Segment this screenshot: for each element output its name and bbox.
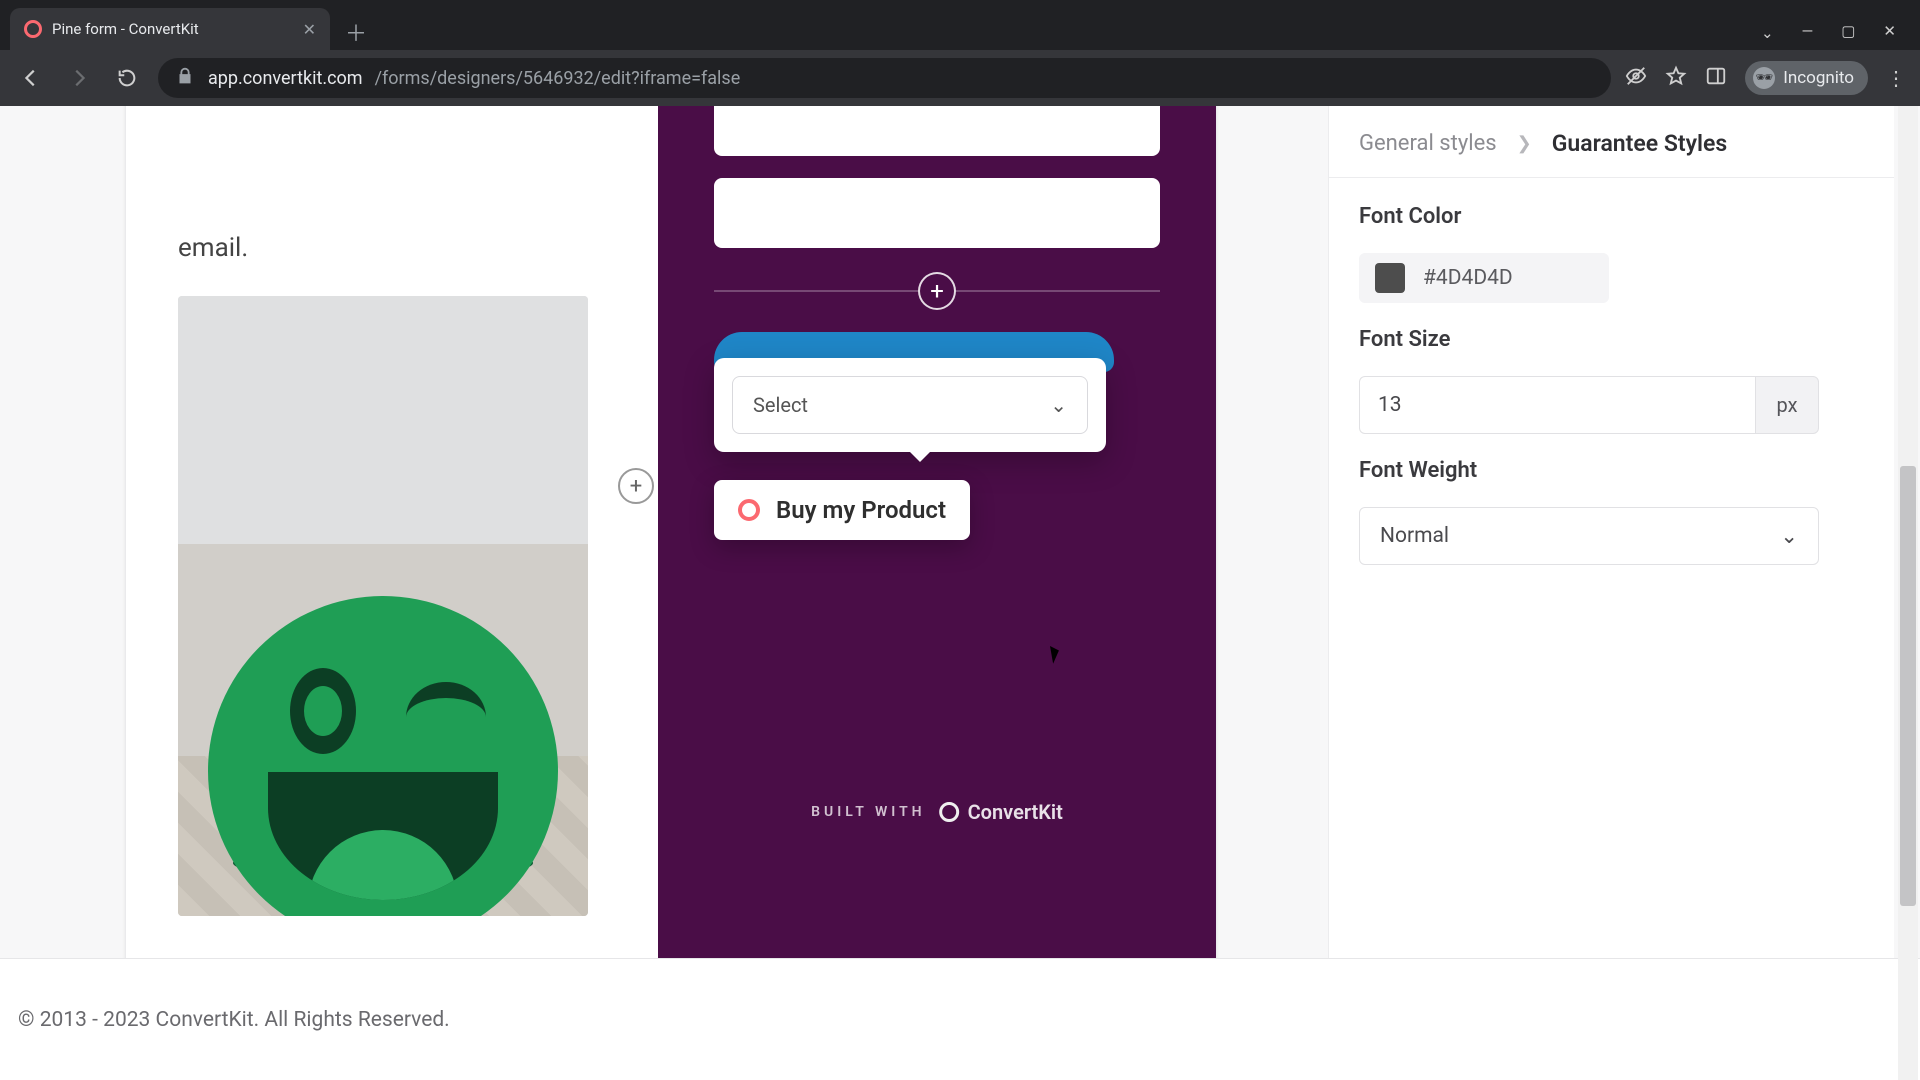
tab-search-icon[interactable]: ⌄ [1761,24,1774,42]
chevron-right-icon: ❯ [1517,133,1532,154]
incognito-label: Incognito [1783,68,1854,88]
incognito-badge[interactable]: 🕶 Incognito [1745,61,1868,95]
chevron-down-icon: ⌄ [1050,393,1067,417]
breadcrumb-root[interactable]: General styles [1359,131,1497,156]
breadcrumb-current: Guarantee Styles [1552,130,1728,157]
tab-title: Pine form - ConvertKit [52,20,293,38]
convertkit-logo-icon [940,802,960,822]
built-with-label: BUILT WITH [811,804,925,820]
font-weight-label: Font Weight [1359,458,1864,483]
built-with-badge[interactable]: BUILT WITH ConvertKit [811,800,1063,824]
color-swatch[interactable] [1375,263,1405,293]
convertkit-favicon-icon [24,20,42,38]
styles-panel: Font Color #4D4D4D Font Size px Font Wei… [1329,178,1894,591]
font-size-row: px [1359,376,1819,434]
viewport: email. [0,106,1920,1080]
close-window-icon[interactable]: ✕ [1883,22,1896,40]
select-value: Select [753,393,808,417]
back-button[interactable] [14,61,48,95]
maximize-icon[interactable]: ▢ [1841,22,1855,40]
vertical-scrollbar[interactable] [1898,106,1918,1080]
side-panel-icon[interactable] [1705,65,1727,91]
convertkit-wordmark: ConvertKit [968,800,1063,824]
url-host: app.convertkit.com [208,68,363,89]
font-color-label: Font Color [1359,204,1864,229]
font-color-picker[interactable]: #4D4D4D [1359,253,1609,303]
copyright-text: © 2013 - 2023 ConvertKit. All Rights Res… [18,1008,450,1032]
divider-line: + [714,290,1160,292]
form-image[interactable] [178,296,588,916]
browser-tab[interactable]: Pine form - ConvertKit ✕ [10,8,330,50]
window-controls: ⌄ ― ▢ ✕ [1761,22,1920,50]
buy-product-chip[interactable]: Buy my Product [714,480,970,540]
form-right-column: + Select ⌄ Buy my Product [658,106,1216,966]
toolbar: app.convertkit.com/forms/designers/56469… [0,50,1920,106]
font-size-unit: px [1755,376,1819,434]
styles-sidebar: General styles ❯ Guarantee Styles Font C… [1328,106,1894,974]
forward-button[interactable] [62,61,96,95]
page: email. [0,106,1920,1080]
add-block-button[interactable]: + [918,272,956,310]
tracking-blocked-icon[interactable] [1625,65,1647,91]
text-input-2[interactable] [714,178,1160,248]
url-path: /forms/designers/5646932/edit?iframe=fal… [375,68,741,89]
address-bar[interactable]: app.convertkit.com/forms/designers/56469… [158,58,1611,98]
scrollbar-thumb[interactable] [1900,466,1916,906]
titlebar: Pine form - ConvertKit ✕ ＋ ⌄ ― ▢ ✕ [0,0,1920,50]
font-size-label: Font Size [1359,327,1864,352]
convertkit-logo: ConvertKit [940,800,1063,824]
incognito-icon: 🕶 [1753,67,1775,89]
kebab-menu-icon[interactable]: ⋮ [1886,66,1906,90]
lock-icon [174,65,196,91]
font-weight-select[interactable]: Normal ⌄ [1359,507,1819,565]
add-section-left-button[interactable]: + [618,468,654,504]
reload-button[interactable] [110,61,144,95]
color-hex-value: #4D4D4D [1423,266,1513,290]
font-size-input[interactable] [1359,376,1755,434]
text-input-1[interactable] [714,106,1160,156]
new-tab-button[interactable]: ＋ [338,14,374,50]
intro-text-fragment: email. [178,230,606,268]
close-tab-icon[interactable]: ✕ [303,20,316,39]
select-popover: Select ⌄ [714,358,1106,452]
tabstrip: Pine form - ConvertKit ✕ ＋ [0,8,1761,50]
form-card: email. [126,106,1216,966]
chevron-down-icon: ⌄ [1780,524,1798,549]
font-weight-value: Normal [1380,524,1449,548]
minimize-icon[interactable]: ― [1802,22,1814,40]
browser-window: Pine form - ConvertKit ✕ ＋ ⌄ ― ▢ ✕ app.c… [0,0,1920,1080]
block-type-select[interactable]: Select ⌄ [732,376,1088,434]
bookmark-star-icon[interactable] [1665,65,1687,91]
form-canvas: email. [32,106,1277,1080]
convertkit-ring-icon [738,499,760,521]
page-footer: © 2013 - 2023 ConvertKit. All Rights Res… [0,958,1920,1080]
breadcrumb: General styles ❯ Guarantee Styles [1329,106,1894,178]
buy-product-label: Buy my Product [776,496,946,524]
form-left-column: email. [126,106,658,966]
submit-button-block[interactable]: Select ⌄ Buy my Product [714,332,1114,372]
toolbar-right: 🕶 Incognito ⋮ [1625,61,1906,95]
